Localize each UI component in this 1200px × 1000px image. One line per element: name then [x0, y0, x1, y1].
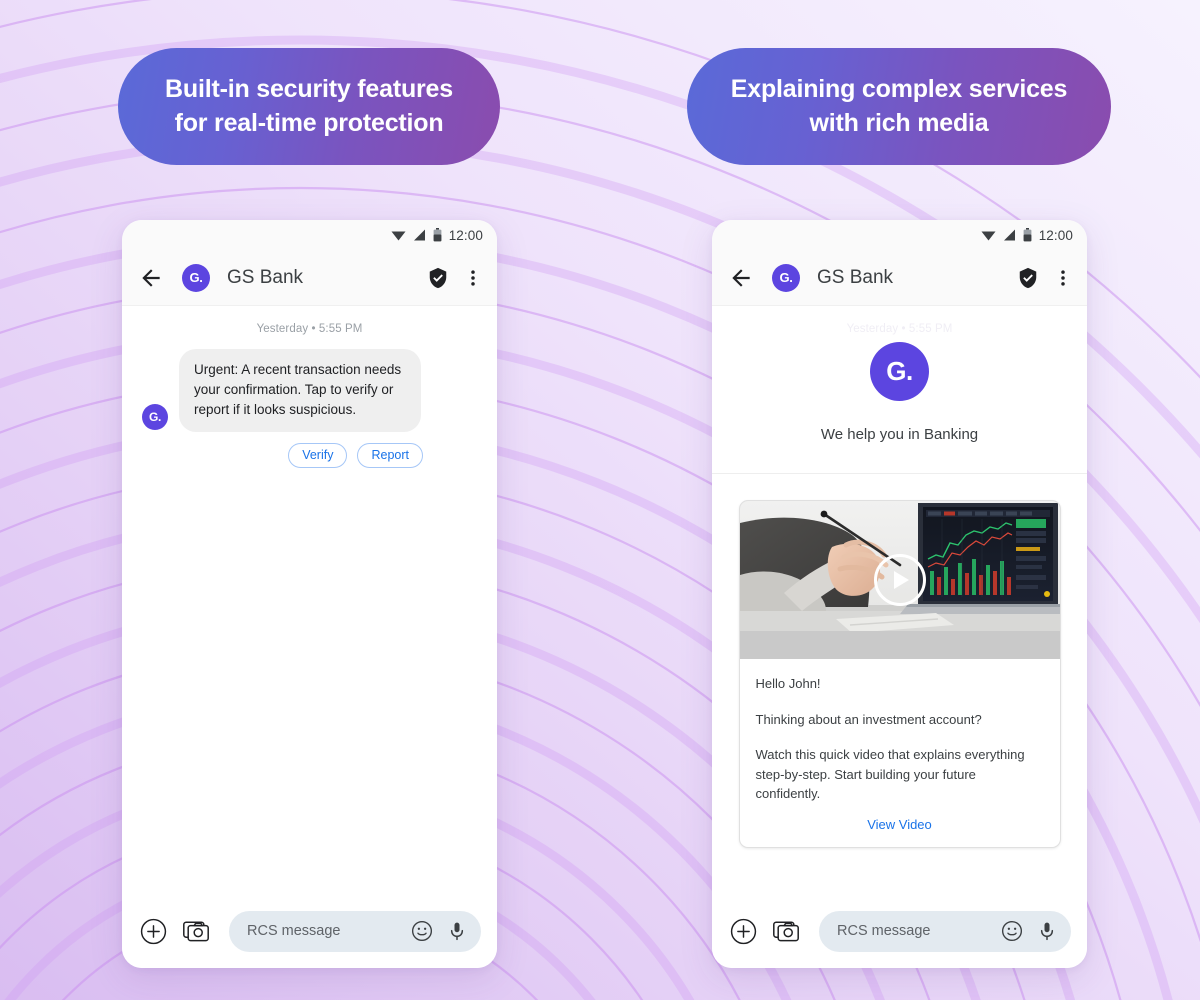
search-input[interactable]: RCS message [229, 910, 481, 952]
app-bar: G. GS Bank [122, 250, 497, 306]
card-body: Hello John! Thinking about an investment… [740, 659, 1060, 847]
card-greeting: Hello John! [755, 676, 821, 691]
message-row: G. Urgent: A recent transaction needs yo… [122, 335, 497, 432]
status-time: 12:00 [1038, 227, 1073, 243]
play-button-icon[interactable] [873, 554, 926, 606]
status-bar: 12:00 [122, 220, 497, 250]
verified-shield-icon[interactable] [427, 267, 449, 289]
page-title: GS Bank [227, 266, 304, 288]
verify-chip[interactable]: Verify [288, 442, 348, 469]
rich-card[interactable]: Hello John! Thinking about an investment… [738, 500, 1061, 848]
badge-rich-media-line2: with rich media [809, 108, 989, 137]
hero-avatar-initials: G. [886, 356, 913, 386]
badge-rich-media: Explaining complex services with rich me… [687, 48, 1111, 165]
back-arrow-icon[interactable] [728, 265, 754, 291]
page-title: GS Bank [817, 266, 894, 288]
camera-icon[interactable] [773, 919, 802, 944]
plus-circle-icon[interactable] [140, 918, 167, 945]
battery-icon [433, 228, 442, 242]
video-thumbnail[interactable] [739, 501, 1060, 659]
badge-security-line2: for real-time protection [174, 108, 444, 137]
microphone-icon[interactable] [447, 920, 467, 942]
microphone-icon[interactable] [1037, 920, 1057, 942]
agent-hero: Yesterday • 5:55 PM G. We help you in Ba… [712, 306, 1087, 474]
message-bubble: Urgent: A recent transaction needs your … [179, 349, 421, 432]
plus-circle-icon[interactable] [730, 918, 757, 945]
emoji-icon[interactable] [1001, 920, 1023, 942]
avatar[interactable]: G. [182, 263, 210, 292]
message-composer: RCS message [712, 894, 1087, 968]
status-bar: 12:00 [712, 220, 1087, 250]
ghost-timestamp: Yesterday • 5:55 PM [846, 323, 953, 335]
message-avatar-initials: G. [148, 409, 162, 424]
signal-icon [1003, 229, 1015, 241]
view-video-link[interactable]: View Video [756, 817, 1044, 834]
message-avatar: G. [142, 403, 168, 430]
card-description: Watch this quick video that explains eve… [755, 747, 1025, 801]
battery-icon [1023, 228, 1032, 242]
avatar-initials: G. [189, 270, 203, 285]
app-bar: G. GS Bank [712, 250, 1087, 306]
message-composer: RCS message [122, 894, 497, 968]
card-question: Thinking about an investment account? [755, 711, 982, 727]
search-input[interactable]: RCS message [819, 910, 1071, 952]
badge-security-line1: Built-in security features [165, 75, 453, 104]
hero-avatar: G. [870, 342, 929, 401]
report-chip[interactable]: Report [357, 442, 423, 469]
conversation-body: Yesterday • 5:55 PM G. Urgent: A recent … [122, 306, 497, 894]
message-input-placeholder: RCS message [247, 923, 341, 939]
phone-mockup-rich-media: 12:00 G. GS Bank Yesterday • 5:55 PM G. … [712, 220, 1087, 968]
phone-mockup-security: 12:00 G. GS Bank Yesterday • 5:55 PM G. … [122, 220, 497, 968]
camera-icon[interactable] [183, 919, 212, 944]
suggested-actions: Verify Report [122, 432, 497, 469]
verified-shield-icon[interactable] [1017, 267, 1039, 289]
wifi-icon [981, 231, 996, 241]
more-vertical-icon[interactable] [463, 267, 483, 289]
message-timestamp: Yesterday • 5:55 PM [256, 323, 363, 335]
wifi-icon [391, 231, 406, 241]
avatar-initials: G. [779, 270, 793, 285]
avatar[interactable]: G. [772, 263, 800, 292]
conversation-body: Yesterday • 5:55 PM G. We help you in Ba… [712, 306, 1087, 894]
hero-subtitle: We help you in Banking [820, 426, 979, 443]
badge-security: Built-in security features for real-time… [118, 48, 500, 165]
status-time: 12:00 [448, 227, 483, 243]
back-arrow-icon[interactable] [138, 265, 164, 291]
emoji-icon[interactable] [411, 920, 433, 942]
message-input-placeholder: RCS message [837, 923, 931, 939]
signal-icon [413, 229, 425, 241]
badge-rich-media-line1: Explaining complex services [730, 75, 1068, 104]
more-vertical-icon[interactable] [1053, 267, 1073, 289]
